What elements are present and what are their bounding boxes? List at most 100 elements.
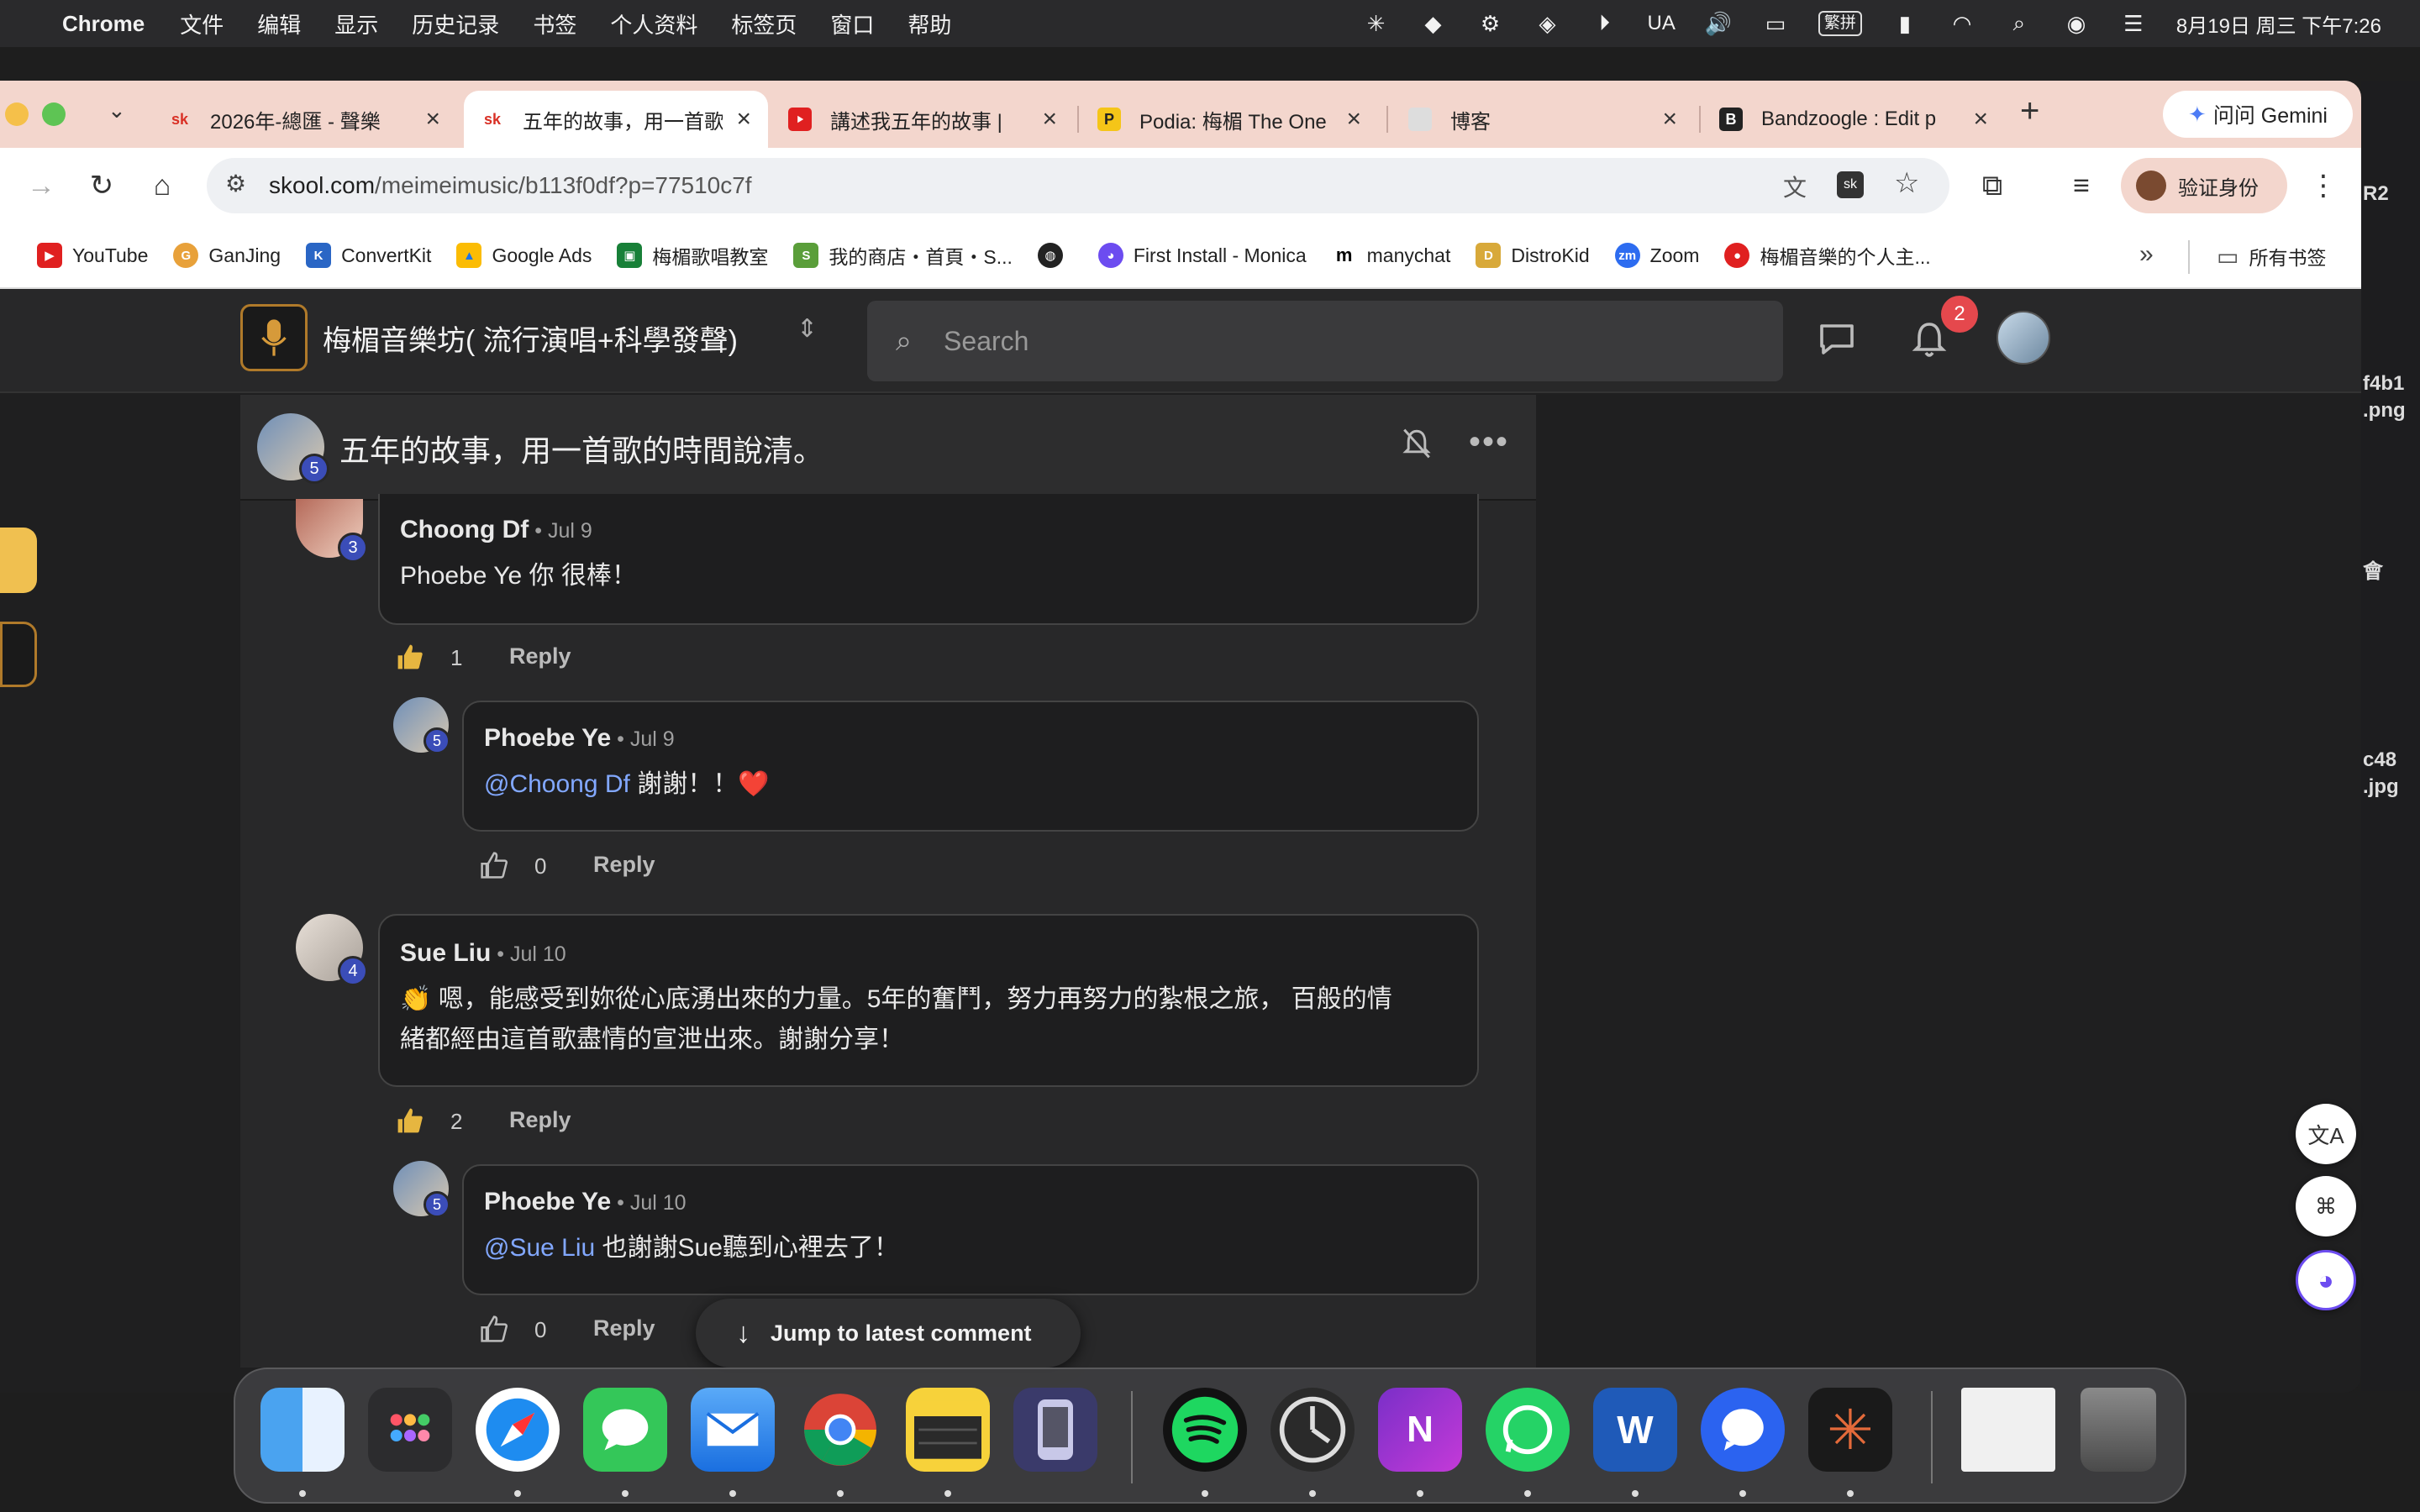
bookmark-youtube[interactable]: ▶ YouTube [37, 243, 148, 268]
tab-5[interactable]: 博客 × [1392, 91, 1694, 148]
home-icon[interactable]: ⌂ [143, 166, 182, 205]
tab-4[interactable]: P Podia: 梅楣 The One × [1081, 91, 1378, 148]
tab-3[interactable]: 講述我五年的故事 | × [771, 91, 1074, 148]
word-icon[interactable]: W [1593, 1388, 1677, 1472]
tab-search-chevron-icon[interactable]: ⌄ [108, 97, 126, 123]
clock[interactable]: 8月19日 周三 下午7:26 [2176, 9, 2381, 39]
bookmark-monica[interactable]: ◕ First Install - Monica [1097, 243, 1307, 268]
menu-file[interactable]: 文件 [180, 8, 224, 39]
finder-icon[interactable] [260, 1388, 345, 1472]
extensions-puzzle-icon[interactable]: ⧉ [1973, 166, 2012, 205]
thumbs-up-icon[interactable] [479, 850, 509, 880]
mention-link[interactable]: @Choong Df [484, 770, 630, 798]
thumbs-up-icon[interactable] [479, 1314, 509, 1344]
volume-icon[interactable]: 🔊 [1704, 9, 1733, 38]
group-logo[interactable] [240, 304, 308, 371]
close-icon[interactable]: × [1662, 105, 1677, 134]
bookmark-meimei-profile[interactable]: ● 梅楣音樂的个人主... [1724, 241, 1931, 270]
spotify-icon[interactable] [1163, 1388, 1247, 1472]
ua-logo-icon[interactable]: ◈ [1534, 9, 1562, 38]
verify-identity-button[interactable]: 验证身份 [2121, 158, 2287, 213]
bookmark-globe[interactable]: ◍ [1037, 243, 1073, 268]
arrow-diamond-icon[interactable]: ◆ [1419, 9, 1448, 38]
minimize-button[interactable] [5, 102, 29, 126]
safari-icon[interactable] [476, 1388, 560, 1472]
whatsapp-icon[interactable] [1486, 1388, 1570, 1472]
address-bar[interactable]: ⚙ skool.com/meimeimusic/b113f0df?p=77510… [207, 158, 1949, 213]
comment-author[interactable]: Choong Df • Jul 9 [400, 516, 592, 544]
reload-icon[interactable]: ↻ [82, 166, 121, 205]
play-circle-icon[interactable]: ⏵ [1591, 9, 1619, 38]
all-bookmarks-folder[interactable]: ▭ 所有书签 [2217, 242, 2326, 270]
close-icon[interactable]: × [425, 105, 440, 134]
bookmark-distrokid[interactable]: D DistroKid [1476, 243, 1590, 268]
wifi-icon[interactable]: ◠ [1948, 9, 1976, 38]
bookmark-zoom[interactable]: zm Zoom [1614, 243, 1699, 268]
close-icon[interactable]: × [1973, 105, 1988, 134]
monica-float-icon[interactable]: ◕ [2296, 1250, 2356, 1310]
close-icon[interactable]: × [1042, 105, 1057, 134]
jump-to-latest-button[interactable]: ↓ Jump to latest comment [696, 1299, 1081, 1368]
tab-6[interactable]: B Bandzoogle : Edit p × [1702, 91, 2005, 148]
mention-link[interactable]: @Sue Liu [484, 1234, 595, 1262]
menu-history[interactable]: 历史记录 [412, 8, 499, 39]
mute-bell-icon[interactable] [1402, 427, 1432, 468]
bookmark-ganjing[interactable]: G GanJing [173, 243, 281, 268]
menu-help[interactable]: 帮助 [908, 8, 951, 39]
translate-float-icon[interactable]: 文A [2296, 1104, 2356, 1164]
notes-icon[interactable] [906, 1388, 990, 1472]
bookmark-star-icon[interactable]: ☆ [1894, 166, 1919, 200]
skool-extension-icon[interactable]: sk [1837, 171, 1864, 198]
menu-view[interactable]: 显示 [334, 8, 378, 39]
group-switcher-chevron-icon[interactable]: ⇕ [797, 314, 818, 344]
media-controls-icon[interactable]: ≡ [2062, 166, 2101, 205]
kebab-menu-icon[interactable]: ⋮ [2304, 166, 2343, 205]
menu-edit[interactable]: 编辑 [257, 8, 301, 39]
comment-author[interactable]: Phoebe Ye • Jul 10 [484, 1188, 687, 1216]
language-badge[interactable]: 繁拼 [1818, 11, 1862, 36]
menu-bookmarks[interactable]: 书签 [533, 8, 576, 39]
launchpad-icon[interactable] [368, 1388, 452, 1472]
comment-author[interactable]: Sue Liu • Jul 10 [400, 939, 566, 968]
input-method-label[interactable]: UA [1648, 12, 1676, 35]
gemini-button[interactable]: ✦ 问问 Gemini [2163, 91, 2353, 138]
site-info-icon[interactable]: ⚙ [225, 170, 246, 197]
user-avatar[interactable] [1996, 311, 2050, 365]
claude-icon[interactable]: ✳ [1808, 1388, 1892, 1472]
forward-arrow-icon[interactable]: → [22, 166, 60, 205]
recent-document-thumbnail[interactable] [1961, 1388, 2055, 1472]
onenote-icon[interactable]: N [1378, 1388, 1462, 1472]
url-text[interactable]: skool.com/meimeimusic/b113f0df?p=77510c7… [269, 172, 752, 199]
bookmark-convertkit[interactable]: K ConvertKit [306, 243, 431, 268]
close-icon[interactable]: × [1346, 105, 1361, 134]
more-bookmarks-chevron-icon[interactable]: » [2139, 240, 2154, 269]
menu-window[interactable]: 窗口 [830, 8, 874, 39]
tab-1[interactable]: sk 2026年-總匯 - 聲樂 × [151, 91, 457, 148]
siri-icon[interactable]: ◉ [2062, 9, 2091, 38]
left-extension-widget-cat-icon[interactable] [0, 528, 37, 593]
left-extension-widget-mic-icon[interactable] [0, 622, 37, 687]
apps-grid-icon[interactable]: ⌘ [2296, 1176, 2356, 1236]
translate-icon[interactable]: 文 [1783, 170, 1807, 203]
signal-icon[interactable] [1701, 1388, 1785, 1472]
close-icon[interactable]: × [736, 105, 751, 134]
bookmark-singing-class[interactable]: ▣ 梅楣歌唱教室 [617, 241, 768, 270]
search-input[interactable] [944, 325, 1701, 357]
thumbs-up-filled-icon[interactable] [395, 1105, 425, 1136]
ua-connect-icon[interactable] [1270, 1388, 1355, 1472]
gear-box-icon[interactable]: ⚙ [1476, 9, 1505, 38]
messages-icon[interactable] [583, 1388, 667, 1472]
mail-icon[interactable] [691, 1388, 775, 1472]
simulator-icon[interactable] [1013, 1388, 1097, 1472]
sparkle-icon[interactable]: ✳ [1362, 9, 1391, 38]
more-options-icon[interactable]: ••• [1469, 423, 1509, 461]
battery-icon[interactable]: ▮ [1891, 9, 1919, 38]
bookmark-manychat[interactable]: m manychat [1331, 243, 1450, 268]
bookmark-my-shop[interactable]: S 我的商店・首頁・S... [793, 241, 1013, 270]
menu-profiles[interactable]: 个人资料 [610, 8, 697, 39]
reply-button[interactable]: Reply [509, 1107, 571, 1133]
search-icon[interactable]: ⌕ [2005, 9, 2033, 38]
group-name[interactable]: 梅楣音樂坊( 流行演唱+科學發聲) [323, 318, 738, 359]
zoom-button[interactable] [42, 102, 66, 126]
reply-button[interactable]: Reply [593, 852, 655, 878]
